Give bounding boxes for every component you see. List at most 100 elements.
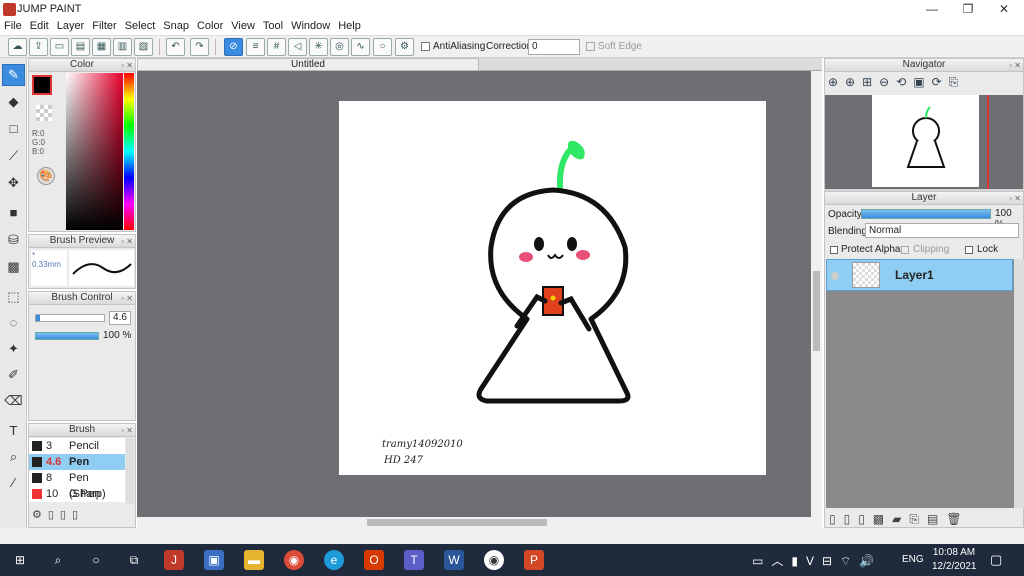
brush-item-pen[interactable]: 4.6 Pen — [29, 454, 125, 470]
bucket-tool-icon[interactable]: ⛁ — [2, 229, 25, 251]
redo-icon[interactable]: ↷ — [190, 38, 209, 56]
search-icon[interactable]: ⌕ — [48, 550, 68, 570]
word-icon[interactable]: W — [444, 550, 464, 570]
file-explorer-icon[interactable]: ▬ — [244, 550, 264, 570]
office-icon[interactable]: O — [364, 550, 384, 570]
brush-item-pen-sharp[interactable]: 8 Pen (Sharp) — [29, 470, 125, 500]
restore-button[interactable]: ❐ — [950, 0, 986, 19]
navigator-zoom-controls[interactable]: ⊕⊕⊞⊖⟲▣⟳⎘ — [828, 75, 965, 90]
select-eraser-tool-icon[interactable]: ⌫ — [2, 390, 25, 412]
antialiasing-checkbox[interactable] — [421, 42, 430, 51]
comment-icon[interactable]: ▭ — [50, 38, 69, 56]
menu-help[interactable]: Help — [334, 19, 365, 34]
navigator-viewport[interactable] — [825, 95, 1023, 189]
correction-input[interactable]: 0 — [528, 39, 580, 55]
teams-icon[interactable]: T — [404, 550, 424, 570]
blending-select[interactable]: Normal — [865, 223, 1019, 238]
edge-icon[interactable]: e — [324, 550, 344, 570]
grid-snap-icon[interactable]: # — [267, 38, 286, 56]
brush-opacity-slider[interactable] — [35, 332, 99, 340]
hue-slider[interactable] — [124, 73, 134, 230]
magic-wand-tool-icon[interactable]: ✦ — [2, 338, 25, 360]
layer-visibility-icon[interactable] — [831, 272, 839, 280]
settings-snap-icon[interactable]: ⚙ — [395, 38, 414, 56]
page-icon[interactable]: ▦ — [92, 38, 111, 56]
text-tool-icon[interactable]: T — [2, 420, 25, 442]
rect-select-tool-icon[interactable]: ⬚ — [2, 286, 25, 308]
brush-tool-icon[interactable]: ✎ — [2, 64, 25, 86]
lock-checkbox[interactable] — [965, 246, 973, 254]
eraser-tool-icon[interactable]: ◆ — [2, 91, 25, 113]
powerpoint-icon[interactable]: P — [524, 550, 544, 570]
layer-row-layer1[interactable]: Layer1 — [826, 259, 1013, 291]
system-tray-icons[interactable]: ▭︿▮V⊟⌔🔊 — [752, 552, 882, 569]
circle-snap-icon[interactable]: ○ — [373, 38, 392, 56]
concentric-icon[interactable]: ◎ — [330, 38, 349, 56]
lasso-tool-icon[interactable]: ◌ — [2, 312, 25, 334]
menu-snap[interactable]: Snap — [159, 19, 193, 34]
task-view-icon[interactable]: ⧉ — [124, 550, 144, 570]
brush-list-scrollbar[interactable] — [126, 438, 134, 504]
share-icon[interactable]: ⇪ — [29, 38, 48, 56]
menu-filter[interactable]: Filter — [88, 19, 120, 34]
soft-edge-checkbox[interactable] — [586, 42, 595, 51]
layer-list-scrollbar[interactable] — [1014, 259, 1024, 508]
brush-item-pencil[interactable]: 3 Pencil — [29, 438, 125, 454]
perspective-icon[interactable]: ◁ — [288, 38, 307, 56]
menu-window[interactable]: Window — [287, 19, 334, 34]
palette-icon[interactable]: 🎨 — [37, 167, 55, 185]
eyedropper-tool-icon[interactable]: ⁄ — [2, 472, 25, 494]
select-pen-tool-icon[interactable]: ✐ — [2, 364, 25, 386]
menu-tool[interactable]: Tool — [259, 19, 287, 34]
curve-icon[interactable]: ∿ — [351, 38, 370, 56]
menu-color[interactable]: Color — [193, 19, 227, 34]
brush-size-input[interactable]: 4.6 — [109, 311, 131, 325]
menu-layer[interactable]: Layer — [53, 19, 89, 34]
brush-panel-actions[interactable]: ⚙▯▯▯ — [32, 508, 84, 521]
parallel-lines-icon[interactable]: ≡ — [246, 38, 265, 56]
layer-opacity-slider[interactable] — [861, 209, 991, 219]
grid-view-icon[interactable]: ▧ — [134, 38, 153, 56]
radial-icon[interactable]: ✳ — [309, 38, 328, 56]
layer-actions-toolbar[interactable]: ▯▯▯▩▰⎘▤🗑 — [829, 512, 970, 527]
chrome-icon[interactable]: ◉ — [284, 550, 304, 570]
brush-item-g-pen[interactable]: 10 G Pen — [29, 486, 125, 502]
undo-icon[interactable]: ↶ — [166, 38, 185, 56]
clipping-checkbox[interactable] — [901, 246, 909, 254]
saturation-value-picker[interactable] — [66, 73, 123, 230]
fill-rect-tool-icon[interactable]: ■ — [2, 202, 25, 224]
menu-select[interactable]: Select — [121, 19, 160, 34]
input-language[interactable]: ENG — [902, 554, 924, 565]
cloud-icon[interactable]: ☁ — [8, 38, 27, 56]
protect-alpha-checkbox[interactable] — [830, 246, 838, 254]
menu-view[interactable]: View — [227, 19, 259, 34]
jump-paint-taskbar-icon[interactable]: J — [164, 550, 184, 570]
sprout-stem — [556, 146, 574, 190]
gradient-tool-icon[interactable]: ▩ — [2, 256, 25, 278]
clock-time[interactable]: 10:08 AM — [932, 547, 976, 558]
notifications-icon[interactable]: ▢ — [990, 552, 1002, 568]
menu-file[interactable]: File — [0, 19, 26, 34]
move-tool-icon[interactable]: ✥ — [2, 172, 25, 194]
transparent-color-swatch[interactable] — [36, 105, 52, 121]
document-icon[interactable]: ▤ — [71, 38, 90, 56]
foreground-color-swatch[interactable] — [32, 75, 52, 95]
brush-size-slider[interactable] — [35, 314, 105, 322]
line-tool-icon[interactable]: ⟋ — [2, 145, 25, 167]
minimize-button[interactable]: — — [914, 0, 950, 19]
vertical-scrollbar[interactable] — [811, 71, 822, 517]
tab-untitled[interactable]: Untitled — [137, 58, 479, 71]
horizontal-scrollbar[interactable] — [137, 517, 822, 528]
close-button[interactable]: ✕ — [986, 0, 1022, 19]
layout-icon[interactable]: ▥ — [113, 38, 132, 56]
store-icon[interactable]: ▣ — [204, 550, 224, 570]
clock-date[interactable]: 12/2/2021 — [932, 561, 977, 572]
balloon-tool-icon[interactable]: ⌕ — [2, 446, 25, 468]
drawing-canvas[interactable]: tramy14092010 HD 247 — [339, 101, 766, 475]
snap-off-icon[interactable]: ⊘ — [224, 38, 243, 56]
rectangle-tool-icon[interactable]: □ — [2, 118, 25, 140]
chrome-alt-icon[interactable]: ◉ — [484, 550, 504, 570]
windows-start-icon[interactable]: ⊞ — [10, 550, 30, 570]
cortana-icon[interactable]: ○ — [86, 550, 106, 570]
menu-edit[interactable]: Edit — [26, 19, 53, 34]
